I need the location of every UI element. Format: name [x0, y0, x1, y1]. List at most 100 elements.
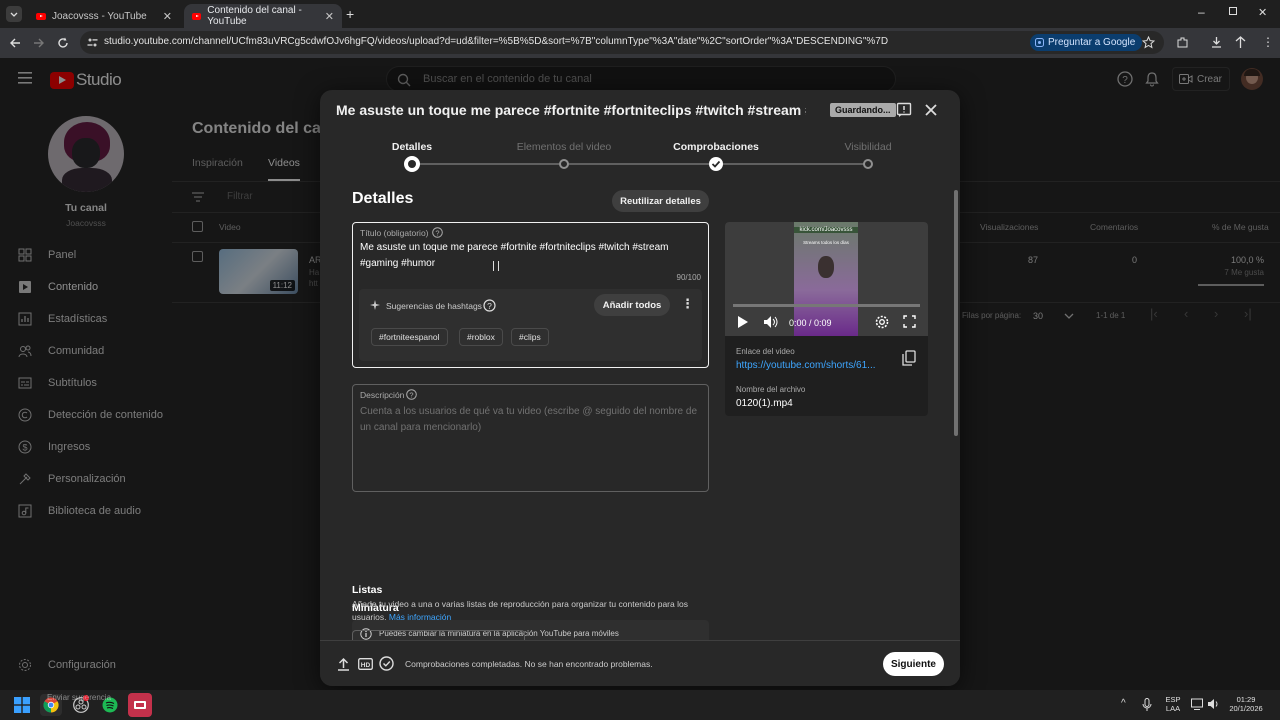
video-preview-card: kick.com/Joacovsss Streams todos los día…	[725, 222, 928, 416]
chevron-down-icon	[10, 12, 18, 17]
playlists-heading: Listas	[352, 584, 383, 596]
tab-search-button[interactable]	[6, 6, 22, 22]
windows-start-icon[interactable]	[14, 697, 30, 713]
copy-icon[interactable]	[902, 350, 916, 366]
step-checks-label[interactable]: Comprobaciones	[673, 141, 759, 153]
svg-text:?: ?	[487, 301, 492, 311]
title-field-label: Título (obligatorio)	[360, 228, 429, 238]
title-counter: 90/100	[676, 273, 701, 282]
hashtag-suggestions-label: Sugerencias de hashtags	[386, 301, 482, 311]
learn-more-link[interactable]: Más información	[389, 612, 451, 622]
dialog-body: Detalles Reutilizar detalles Título (obl…	[320, 182, 960, 640]
step-details-dot[interactable]	[404, 156, 420, 172]
url-text: studio.youtube.com/channel/UCfm83uVRCg5c…	[104, 36, 889, 47]
saving-badge: Guardando...	[830, 103, 896, 117]
browser-tab-active[interactable]: Contenido del canal - YouTube ✕	[184, 4, 342, 28]
video-link-label: Enlace del video	[736, 347, 795, 356]
browser-toolbar: studio.youtube.com/channel/UCfm83uVRCg5c…	[0, 28, 1280, 58]
maximize-icon[interactable]	[1229, 7, 1237, 15]
ask-google-button[interactable]: Preguntar a Google	[1030, 34, 1143, 51]
video-link[interactable]: https://youtube.com/shorts/61...	[736, 360, 886, 371]
hashtag-chip[interactable]: #roblox	[459, 328, 503, 346]
tab-title: Contenido del canal - YouTube	[207, 5, 302, 27]
language-indicator[interactable]: ESP LAA	[1162, 695, 1184, 713]
close-icon[interactable]: ✕	[163, 10, 172, 23]
bookmark-star-icon[interactable]	[1142, 36, 1155, 49]
step-visibility-dot[interactable]	[863, 159, 873, 169]
forward-icon[interactable]	[32, 36, 46, 50]
hashtag-chip[interactable]: #clips	[511, 328, 549, 346]
help-circle-icon[interactable]: ?	[432, 227, 443, 238]
window-close-icon[interactable]: ✕	[1258, 6, 1267, 19]
video-time: 0:00 / 0:09	[789, 318, 832, 328]
fullscreen-icon[interactable]	[903, 315, 916, 328]
upload-icon	[338, 657, 349, 671]
dialog-footer: HD Comprobaciones completadas. No se han…	[320, 640, 960, 686]
file-name-label: Nombre del archivo	[736, 385, 806, 394]
help-circle-icon[interactable]: ?	[483, 299, 496, 312]
hd-icon: HD	[358, 658, 373, 670]
svg-text:?: ?	[409, 391, 413, 400]
title-text-line1[interactable]: Me asuste un toque me parece #fortnite #…	[360, 242, 669, 253]
help-circle-icon[interactable]: ?	[406, 389, 417, 400]
step-checks-dot[interactable]	[709, 157, 723, 171]
back-icon[interactable]	[8, 36, 22, 50]
hashtag-chip[interactable]: #fortniteespanol	[371, 328, 448, 346]
address-bar[interactable]: studio.youtube.com/channel/UCfm83uVRCg5c…	[80, 31, 1164, 54]
tab-title: Joacovsss - YouTube	[52, 10, 147, 22]
hashtag-suggestions-panel: Sugerencias de hashtags ? Añadir todos ⋮…	[359, 289, 702, 361]
text-cursor-icon	[493, 261, 499, 271]
lens-icon	[1035, 38, 1044, 47]
section-title: Detalles	[352, 190, 414, 207]
add-all-hashtags-button[interactable]: Añadir todos	[594, 294, 670, 316]
settings-gear-icon[interactable]	[875, 315, 889, 329]
youtube-icon	[192, 12, 202, 20]
checks-status: Comprobaciones completadas. No se han en…	[405, 659, 653, 669]
next-button[interactable]: Siguiente	[883, 652, 944, 676]
extensions-icon[interactable]	[1176, 36, 1189, 49]
feedback-link[interactable]: Enviar sugerencia	[47, 693, 111, 702]
step-details-label[interactable]: Detalles	[392, 141, 432, 153]
minimize-icon[interactable]: –	[1198, 5, 1205, 19]
title-text-line2[interactable]: #gaming #humor	[360, 258, 435, 269]
step-visibility-label[interactable]: Visibilidad	[844, 141, 891, 153]
site-info-icon[interactable]	[87, 37, 98, 48]
browser-menu-icon[interactable]: ⋮	[1262, 35, 1274, 49]
check-circle-icon	[379, 656, 394, 671]
step-elements-dot[interactable]	[559, 159, 569, 169]
download-icon[interactable]	[1210, 36, 1223, 49]
dialog-title: Me asuste un toque me parece #fortnite #…	[336, 102, 806, 118]
close-icon[interactable]	[924, 103, 938, 117]
file-name: 0120(1).mp4	[736, 398, 793, 409]
svg-text:?: ?	[435, 229, 439, 238]
reload-icon[interactable]	[56, 36, 70, 50]
network-icon[interactable]	[1191, 698, 1203, 710]
progress-bar[interactable]	[733, 304, 920, 307]
feedback-icon[interactable]	[896, 102, 912, 118]
more-options-icon[interactable]: ⋮	[681, 296, 694, 312]
clock[interactable]: 01:29 20/1/2026	[1226, 695, 1266, 713]
close-icon[interactable]: ✕	[325, 10, 334, 23]
tray-chevron-icon[interactable]: ^	[1121, 698, 1126, 709]
play-icon[interactable]	[737, 315, 749, 329]
volume-icon[interactable]	[763, 315, 779, 329]
svg-text:HD: HD	[361, 662, 371, 669]
browser-tab[interactable]: Joacovsss - YouTube ✕	[28, 4, 180, 28]
profile-icon[interactable]	[1234, 36, 1247, 49]
description-label: Descripción	[360, 390, 405, 400]
sparkle-icon	[370, 300, 380, 310]
speaker-icon[interactable]	[1207, 698, 1220, 710]
capcut-icon[interactable]	[128, 693, 152, 717]
youtube-icon	[36, 12, 46, 20]
playlist-select[interactable]	[352, 630, 525, 640]
reuse-details-button[interactable]: Reutilizar detalles	[612, 190, 709, 212]
video-player[interactable]: kick.com/Joacovsss Streams todos los día…	[725, 222, 928, 336]
title-field[interactable]: Título (obligatorio) ? Me asuste un toqu…	[352, 222, 709, 368]
microphone-icon[interactable]	[1142, 698, 1152, 712]
scrollbar[interactable]	[954, 190, 958, 436]
description-field[interactable]: Descripción ? Cuenta a los usuarios de q…	[352, 384, 709, 492]
new-tab-icon[interactable]: +	[346, 6, 354, 22]
step-elements-label[interactable]: Elementos del video	[517, 141, 612, 153]
browser-tab-bar: Joacovsss - YouTube ✕ Contenido del cana…	[0, 0, 1280, 28]
upload-dialog: Me asuste un toque me parece #fortnite #…	[320, 90, 960, 686]
